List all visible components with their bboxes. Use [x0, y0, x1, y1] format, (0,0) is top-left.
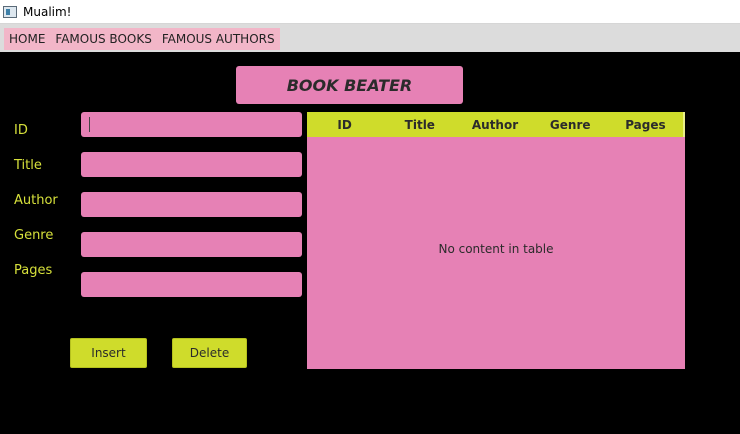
- menu-item-famous-authors[interactable]: FAMOUS AUTHORS: [156, 28, 280, 50]
- genre-input[interactable]: [81, 232, 302, 257]
- column-header-author[interactable]: Author: [457, 118, 532, 132]
- column-header-pages[interactable]: Pages: [608, 118, 683, 132]
- column-header-id[interactable]: ID: [307, 118, 382, 132]
- table-empty-message: No content in table: [438, 242, 554, 256]
- window-titlebar: Mualim!: [0, 0, 740, 24]
- table-header: ID Title Author Genre Pages: [307, 112, 685, 137]
- author-input[interactable]: [81, 192, 302, 217]
- insert-button[interactable]: Insert: [70, 338, 147, 368]
- pages-input[interactable]: [81, 272, 302, 297]
- books-table[interactable]: ID Title Author Genre Pages No content i…: [307, 112, 685, 369]
- id-label: ID: [14, 123, 28, 138]
- genre-label: Genre: [14, 228, 54, 243]
- text-caret: [89, 117, 90, 132]
- author-label: Author: [14, 193, 58, 208]
- menu-bar: HOME FAMOUS BOOKS FAMOUS AUTHORS: [0, 24, 740, 52]
- title-label: Title: [14, 158, 42, 173]
- menu-item-famous-books[interactable]: FAMOUS BOOKS: [50, 28, 157, 50]
- title-input[interactable]: [81, 152, 302, 177]
- app-banner-title: BOOK BEATER: [236, 66, 463, 104]
- column-header-genre[interactable]: Genre: [533, 118, 608, 132]
- delete-button[interactable]: Delete: [172, 338, 247, 368]
- menu-item-home[interactable]: HOME: [4, 28, 51, 50]
- column-header-title[interactable]: Title: [382, 118, 457, 132]
- id-input[interactable]: [81, 112, 302, 137]
- window-title: Mualim!: [23, 4, 72, 19]
- app-window-icon: [3, 5, 17, 18]
- pages-label: Pages: [14, 263, 53, 278]
